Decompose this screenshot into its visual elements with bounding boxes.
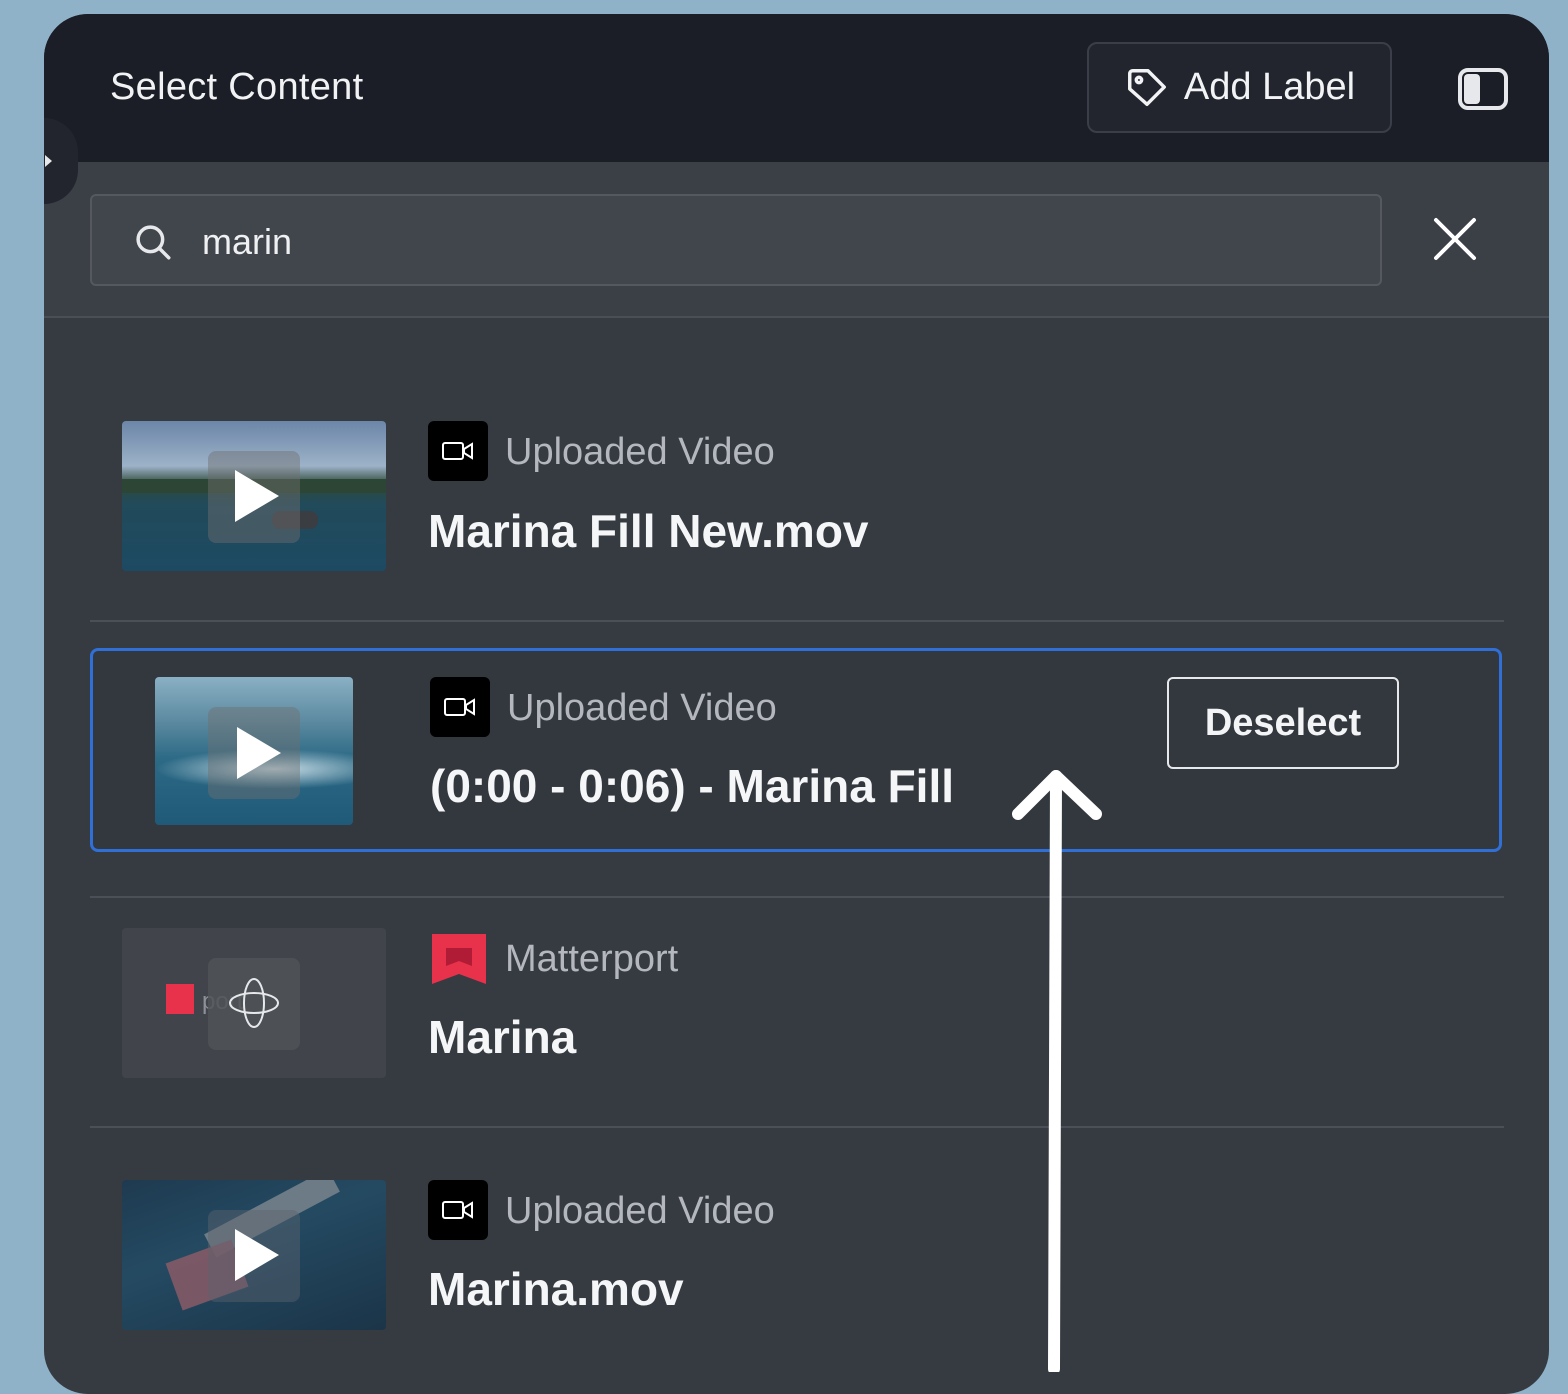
sidebar-toggle-icon[interactable]	[1457, 67, 1509, 111]
play-icon	[235, 1229, 279, 1281]
content-title: Marina.mov	[428, 1263, 684, 1315]
content-title: (0:00 - 0:06) - Marina Fill	[430, 760, 955, 812]
tag-icon	[1127, 68, 1166, 106]
search-bar	[44, 162, 1549, 318]
panel-title: Select Content	[110, 66, 364, 108]
list-item[interactable]: Uploaded Video Marina Fill New.mov	[44, 318, 1549, 622]
video-camera-icon	[428, 1180, 488, 1240]
content-type-label: Uploaded Video	[505, 1190, 775, 1232]
video-thumbnail	[122, 421, 386, 571]
content-type-label: Uploaded Video	[505, 431, 775, 473]
annotation-arrow-icon	[1012, 770, 1102, 1372]
video-camera-icon	[430, 677, 490, 737]
video-thumbnail	[122, 1180, 386, 1330]
matterport-logo-icon	[428, 928, 490, 990]
rotate-360-icon	[229, 978, 279, 1028]
video-camera-icon	[428, 421, 488, 481]
play-icon	[237, 727, 281, 779]
add-label-button-label: Add Label	[1183, 66, 1356, 108]
play-icon	[235, 470, 279, 522]
deselect-button[interactable]: Deselect	[1167, 677, 1399, 769]
panel-header: Select Content Add Label	[44, 14, 1549, 162]
content-title: Marina Fill New.mov	[428, 505, 869, 557]
content-type-label: Matterport	[505, 938, 679, 980]
search-field[interactable]	[90, 194, 1382, 286]
chevron-right-icon	[45, 155, 52, 167]
video-thumbnail	[155, 677, 353, 825]
content-title: Marina	[428, 1011, 577, 1063]
list-item-selected[interactable]: Uploaded Video (0:00 - 0:06) - Marina Fi…	[90, 648, 1502, 852]
close-icon[interactable]	[1430, 214, 1480, 264]
add-label-button[interactable]: Add Label	[1087, 42, 1392, 133]
search-input[interactable]	[200, 214, 1354, 270]
search-icon	[136, 225, 171, 260]
list-item[interactable]: port Matterport Marina	[44, 898, 1549, 1128]
content-type-label: Uploaded Video	[507, 687, 777, 729]
results-list: Uploaded Video Marina Fill New.mov Uploa…	[44, 318, 1549, 1369]
matterport-logo-icon	[166, 984, 194, 1014]
matterport-thumbnail: port	[122, 928, 386, 1078]
divider	[90, 620, 1504, 622]
list-item[interactable]: Uploaded Video Marina.mov	[44, 1128, 1549, 1369]
